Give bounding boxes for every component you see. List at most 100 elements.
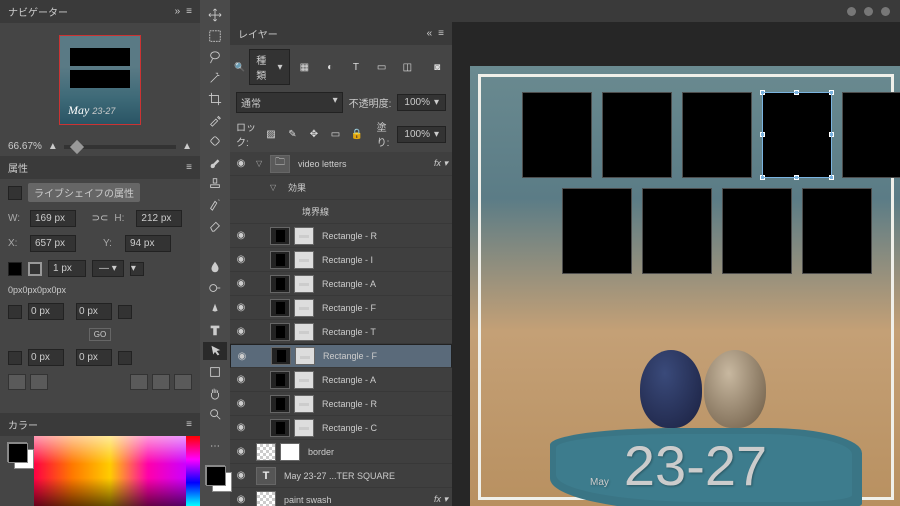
filter-pixel-icon[interactable]: ▦ xyxy=(294,58,316,76)
filter-adjust-icon[interactable]: ◐ xyxy=(319,58,341,76)
max-dot[interactable] xyxy=(864,7,873,16)
visibility-toggle[interactable]: ◉ xyxy=(234,446,248,457)
grid-rect[interactable] xyxy=(602,92,672,178)
fill-input[interactable]: 100% ▾ xyxy=(397,126,446,143)
eraser-tool-icon[interactable] xyxy=(203,216,227,234)
pathop-4[interactable] xyxy=(152,374,170,390)
fx-badge[interactable]: fx ▾ xyxy=(434,494,448,505)
visibility-toggle[interactable]: ◉ xyxy=(234,254,248,265)
lock-all-icon[interactable]: 🔒 xyxy=(349,125,365,143)
layers-menu-icon[interactable]: ≡ xyxy=(438,28,444,39)
layer-name[interactable]: paint swash xyxy=(280,495,430,505)
layer-row[interactable]: ◉▬Rectangle - A xyxy=(230,368,452,392)
layer-name[interactable]: May 23-27 ...TER SQUARE xyxy=(280,471,448,481)
layer-row[interactable]: ◉▬Rectangle - C xyxy=(230,416,452,440)
corner-br-input[interactable] xyxy=(76,349,112,366)
visibility-toggle[interactable]: ◉ xyxy=(234,326,248,337)
grid-rect[interactable] xyxy=(642,188,712,274)
x-input[interactable] xyxy=(30,235,76,252)
prop-menu-icon[interactable]: ≡ xyxy=(186,162,192,173)
stroke-width-input[interactable] xyxy=(48,260,86,277)
lock-pos-icon[interactable]: ✥ xyxy=(306,125,322,143)
layer-name[interactable]: Rectangle - A xyxy=(318,279,448,289)
corner-bl-icon[interactable] xyxy=(8,351,22,365)
corner-tl-icon[interactable] xyxy=(8,305,22,319)
visibility-toggle[interactable]: ◉ xyxy=(234,230,248,241)
lock-trans-icon[interactable]: ▨ xyxy=(263,125,279,143)
edit-toolbar-icon[interactable]: ⋯ xyxy=(203,437,227,455)
grid-rect[interactable] xyxy=(842,92,900,178)
layer-row[interactable]: ▽効果 xyxy=(230,176,452,200)
wand-tool-icon[interactable] xyxy=(203,69,227,87)
visibility-toggle[interactable]: ◉ xyxy=(234,398,248,409)
layers-list[interactable]: ◉▽🗀video lettersfx ▾▽効果境界線◉▬Rectangle - … xyxy=(230,152,452,506)
zoom-out-icon[interactable]: ▲ xyxy=(48,141,58,152)
lock-nest-icon[interactable]: ▭ xyxy=(328,125,344,143)
grid-rect[interactable] xyxy=(522,92,592,178)
crop-tool-icon[interactable] xyxy=(203,90,227,108)
move-tool-icon[interactable] xyxy=(203,6,227,24)
corner-tr-icon[interactable] xyxy=(118,305,132,319)
stroke-swatch[interactable] xyxy=(28,262,42,276)
filter-kind-select[interactable]: 種類 ▾ xyxy=(249,49,289,85)
layer-name[interactable]: Rectangle - R xyxy=(318,399,448,409)
opacity-input[interactable]: 100% ▾ xyxy=(397,94,446,111)
visibility-toggle[interactable]: ◉ xyxy=(234,158,248,169)
pathop-2[interactable] xyxy=(30,374,48,390)
visibility-toggle[interactable]: ◉ xyxy=(234,302,248,313)
canvas[interactable]: May 23-27 xyxy=(452,22,900,506)
hand-tool-icon[interactable] xyxy=(203,384,227,402)
pathop-3[interactable] xyxy=(130,374,148,390)
toolbar-fg-bg-swatch[interactable] xyxy=(205,465,225,485)
layer-row[interactable]: ◉ paint swash fx ▾ xyxy=(230,488,452,506)
zoom-tool-icon[interactable] xyxy=(203,405,227,423)
nav-menu-icon[interactable]: ≡ xyxy=(186,6,192,17)
stamp-tool-icon[interactable] xyxy=(203,174,227,192)
corner-tr-input[interactable] xyxy=(76,303,112,320)
corner-br-icon[interactable] xyxy=(118,351,132,365)
y-input[interactable] xyxy=(125,235,171,252)
min-dot[interactable] xyxy=(847,7,856,16)
link-corners-icon[interactable]: GO xyxy=(89,328,111,341)
close-dot[interactable] xyxy=(881,7,890,16)
lasso-tool-icon[interactable] xyxy=(203,48,227,66)
layer-name[interactable]: Rectangle - T xyxy=(318,327,448,337)
layer-name[interactable]: border xyxy=(304,447,448,457)
layer-name[interactable]: video letters xyxy=(294,159,430,169)
gradient-tool-icon[interactable] xyxy=(203,237,227,255)
brush-tool-icon[interactable] xyxy=(203,153,227,171)
marquee-tool-icon[interactable] xyxy=(203,27,227,45)
pathop-5[interactable] xyxy=(174,374,192,390)
path-select-tool-icon[interactable] xyxy=(203,342,227,360)
artwork[interactable]: May 23-27 xyxy=(470,66,900,506)
grid-rect[interactable] xyxy=(722,188,792,274)
blend-mode-select[interactable]: 通常▾ xyxy=(236,92,343,113)
filter-shape-icon[interactable]: ▭ xyxy=(371,58,393,76)
grid-rect[interactable] xyxy=(562,188,632,274)
visibility-toggle[interactable]: ◉ xyxy=(235,351,249,362)
layer-row[interactable]: ◉ border xyxy=(230,440,452,464)
blur-tool-icon[interactable] xyxy=(203,258,227,276)
history-brush-tool-icon[interactable] xyxy=(203,195,227,213)
hue-slider[interactable] xyxy=(186,436,200,506)
layer-name[interactable]: Rectangle - A xyxy=(318,375,448,385)
stroke-align[interactable]: ▾ xyxy=(130,262,144,276)
layer-row[interactable]: ◉▬Rectangle - R xyxy=(230,224,452,248)
color-menu-icon[interactable]: ≡ xyxy=(186,419,192,430)
layer-name[interactable]: Rectangle - I xyxy=(318,255,448,265)
link-wh-icon[interactable]: ⊃⊂ xyxy=(92,213,109,224)
visibility-toggle[interactable]: ◉ xyxy=(234,422,248,433)
visibility-toggle[interactable]: ◉ xyxy=(234,494,248,505)
layer-row[interactable]: ◉▬Rectangle - A xyxy=(230,272,452,296)
layer-row[interactable]: ◉▬Rectangle - T xyxy=(230,320,452,344)
heal-tool-icon[interactable] xyxy=(203,132,227,150)
visibility-toggle[interactable]: ◉ xyxy=(234,470,248,481)
layer-row[interactable]: ◉▬Rectangle - F xyxy=(230,296,452,320)
corner-bl-input[interactable] xyxy=(28,349,64,366)
grid-rect-selected[interactable] xyxy=(762,92,832,178)
visibility-toggle[interactable]: ◉ xyxy=(234,374,248,385)
navigator-body[interactable]: May 23-27 xyxy=(0,23,200,137)
lock-paint-icon[interactable]: ✎ xyxy=(285,125,301,143)
layers-collapse-icon[interactable]: « xyxy=(427,28,433,39)
layer-name[interactable]: 境界線 xyxy=(298,205,448,218)
